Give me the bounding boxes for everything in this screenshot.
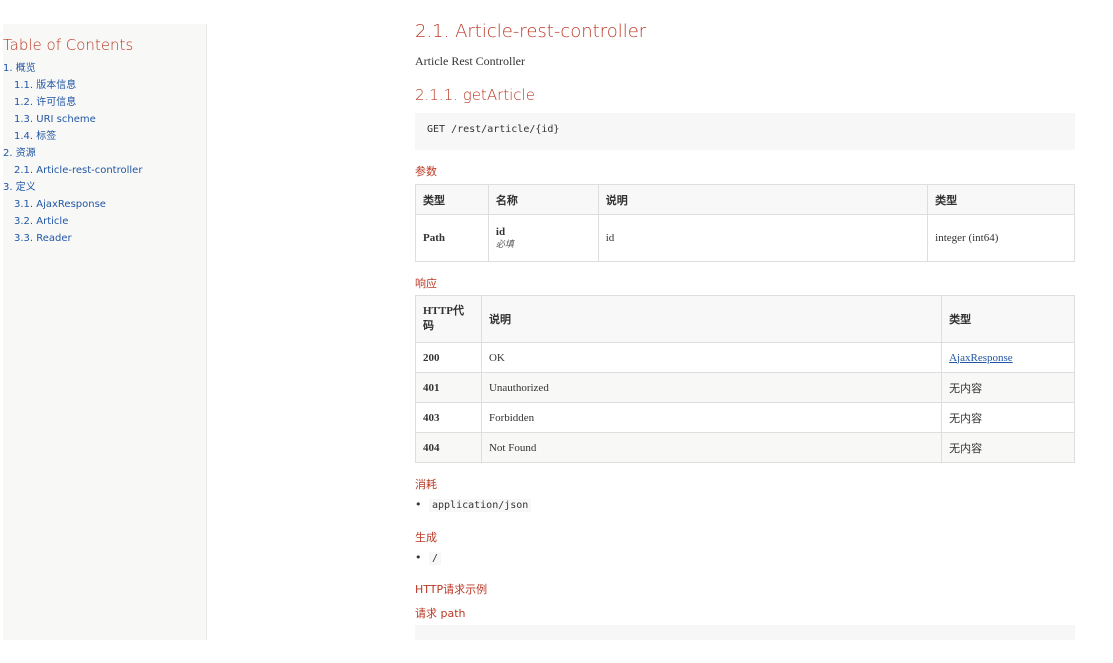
toc-item: 1.2. 许可信息 [3, 94, 206, 111]
http-example-heading: HTTP请求示例 [415, 583, 488, 596]
table-row: 404 Not Found 无内容 [415, 432, 1075, 463]
toc-item: 1.4. 标签 [3, 128, 206, 145]
bullet-icon: • [415, 551, 422, 564]
toc-item: 3.3. Reader [3, 230, 206, 247]
request-path-heading: 请求 path [415, 607, 466, 620]
response-schema: 无内容 [949, 382, 983, 395]
responses-header-row: HTTP代码 说明 类型 [415, 295, 1075, 343]
params-table: 类型 名称 说明 类型 Path id 必填 id integer (int64… [415, 184, 1075, 262]
section-title: 2.1. Article-rest-controller [415, 21, 647, 42]
param-schema: integer (int64) [927, 214, 1075, 262]
response-code: 403 [415, 402, 482, 433]
toc-link[interactable]: 1.2. 许可信息 [14, 97, 76, 108]
toc-title: Table of Contents [3, 36, 134, 54]
table-row: 401 Unauthorized 无内容 [415, 372, 1075, 403]
endpoint-code-block: GET /rest/article/{id} [415, 113, 1075, 150]
table-row: 200 OK AjaxResponse [415, 342, 1075, 373]
toc-item: 3.2. Article [3, 213, 206, 230]
params-heading: 参数 [415, 165, 437, 178]
operation-title: 2.1.1. getArticle [415, 86, 535, 104]
responses-body: 200 OK AjaxResponse 401 Unauthorized 无内容 403 Fo… [415, 342, 1075, 463]
responses-col-code: HTTP代码 [415, 295, 482, 343]
response-code: 200 [415, 342, 482, 373]
response-desc: Forbidden [480, 402, 943, 433]
responses-col-schema: 类型 [941, 295, 1075, 343]
params-col-type: 类型 [415, 184, 489, 215]
responses-col-desc: 说明 [480, 295, 943, 343]
response-code: 401 [415, 372, 482, 403]
params-col-name: 名称 [487, 184, 599, 215]
params-header-row: 类型 名称 说明 类型 [415, 184, 1075, 215]
response-schema-cell: 无内容 [941, 402, 1075, 433]
params-col-schema: 类型 [927, 184, 1075, 215]
response-desc: OK [480, 342, 943, 373]
toc-link[interactable]: 3. 定义 [3, 182, 36, 193]
toc-item: 1.3. URI scheme [3, 111, 206, 128]
responses-heading: 响应 [415, 277, 437, 290]
params-col-desc: 说明 [597, 184, 929, 215]
toc-list: 1. 概览 1.1. 版本信息 1.2. 许可信息 1.3. URI scheme 1.… [3, 60, 206, 247]
toc-link[interactable]: 1. 概览 [3, 63, 36, 74]
response-code: 404 [415, 432, 482, 463]
response-schema-cell: 无内容 [941, 372, 1075, 403]
toc-item: 1.1. 版本信息 [3, 77, 206, 94]
produces-heading: 生成 [415, 531, 437, 544]
consumes-value: application/json [429, 499, 532, 512]
table-row: 403 Forbidden 无内容 [415, 402, 1075, 433]
toc-link[interactable]: 1.3. URI scheme [14, 114, 96, 125]
toc-link[interactable]: 3.2. Article [14, 216, 68, 227]
toc-item: 3. 定义 [3, 179, 206, 196]
response-desc: Unauthorized [480, 372, 943, 403]
param-type: Path [415, 214, 489, 262]
toc-item: 1. 概览 [3, 60, 206, 77]
list-item: • application/json [415, 498, 532, 512]
responses-table: HTTP代码 说明 类型 200 OK AjaxResponse 401 Unautho… [415, 295, 1075, 463]
param-desc: id [597, 214, 929, 262]
request-path-code-block [415, 625, 1075, 640]
response-schema-cell: 无内容 [941, 432, 1075, 463]
param-required: 必填 [495, 239, 514, 249]
consumes-heading: 消耗 [415, 478, 437, 491]
response-schema-cell: AjaxResponse [941, 342, 1075, 373]
produces-value: / [429, 552, 442, 565]
param-name: id [495, 226, 506, 238]
toc-item: 2.1. Article-rest-controller [3, 162, 206, 179]
toc-item: 2. 资源 [3, 145, 206, 162]
response-schema: 无内容 [949, 412, 983, 425]
toc-item: 3.1. AjaxResponse [3, 196, 206, 213]
table-row: Path id 必填 id integer (int64) [415, 214, 1075, 262]
section-description: Article Rest Controller [415, 54, 525, 68]
toc-link[interactable]: 3.1. AjaxResponse [14, 199, 106, 210]
toc-link[interactable]: 2.1. Article-rest-controller [14, 165, 142, 176]
toc-link[interactable]: 1.4. 标签 [14, 131, 56, 142]
table-of-contents: Table of Contents 1. 概览 1.1. 版本信息 1.2. 许可信… [3, 24, 207, 640]
param-name-cell: id 必填 [487, 214, 599, 262]
response-desc: Not Found [480, 432, 943, 463]
response-schema: 无内容 [949, 442, 983, 455]
bullet-icon: • [415, 498, 422, 511]
toc-link[interactable]: 3.3. Reader [14, 233, 72, 244]
response-schema-link[interactable]: AjaxResponse [949, 352, 1013, 364]
list-item: • / [415, 551, 442, 565]
toc-link[interactable]: 2. 资源 [3, 148, 36, 159]
endpoint-text: GET /rest/article/{id} [427, 124, 560, 135]
toc-link[interactable]: 1.1. 版本信息 [14, 80, 76, 91]
